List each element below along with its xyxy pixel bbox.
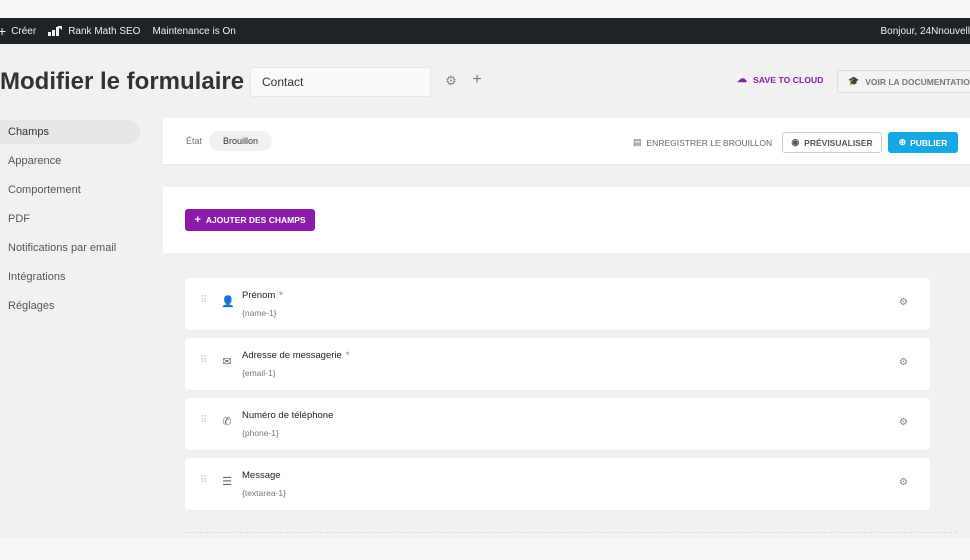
drag-handle-icon[interactable]: ⠿ <box>200 416 208 426</box>
field-row-message[interactable]: ⠿ ☰ Message {textarea-1} ⚙ <box>185 458 930 510</box>
envelope-icon: ✉ <box>222 356 232 368</box>
documentation-button[interactable]: 🎓 VOIR LA DOCUMENTATION <box>837 70 970 93</box>
sidebar: Champs Apparence Comportement PDF Notifi… <box>0 120 163 323</box>
form-name-field[interactable]: Contact <box>250 67 431 97</box>
field-label: Message <box>242 470 281 481</box>
admin-bar-create-label: Créer <box>11 25 37 37</box>
admin-bar-create[interactable]: + Créer <box>0 24 42 38</box>
globe-icon: ⊕ <box>898 137 907 147</box>
field-key: {textarea-1} <box>242 488 286 498</box>
field-label: Adresse de messagerie * <box>242 350 350 361</box>
add-form-plus-icon[interactable]: + <box>470 72 484 88</box>
field-key: {phone-1} <box>242 428 279 438</box>
field-row-name[interactable]: ⠿ 👤 Prénom * {name-1} ⚙ <box>185 278 930 330</box>
user-icon: 👤 <box>221 296 235 308</box>
field-label: Prénom * <box>242 290 283 301</box>
top-strip <box>0 0 970 18</box>
field-settings-gear-icon[interactable]: ⚙ <box>899 357 908 368</box>
sidebar-item-comportement[interactable]: Comportement <box>0 178 140 202</box>
drag-handle-icon[interactable]: ⠿ <box>200 356 208 366</box>
add-fields-button[interactable]: + AJOUTER DES CHAMPS <box>185 209 315 231</box>
field-key: {email-1} <box>242 368 276 378</box>
add-fields-area: + AJOUTER DES CHAMPS <box>163 187 970 253</box>
sidebar-item-pdf[interactable]: PDF <box>0 207 140 231</box>
sidebar-item-apparence[interactable]: Apparence <box>0 149 140 173</box>
publish-button[interactable]: ⊕ PUBLIER <box>888 132 958 153</box>
admin-bar-rank-math[interactable]: Rank Math SEO <box>48 26 146 37</box>
sidebar-item-champs[interactable]: Champs <box>0 120 140 144</box>
sidebar-item-reglages[interactable]: Réglages <box>0 294 140 318</box>
admin-bar-rank-math-label: Rank Math SEO <box>68 25 141 37</box>
cloud-upload-icon: ☁ <box>737 74 748 85</box>
page-title: Modifier le formulaire <box>0 68 245 95</box>
form-settings-gear-icon[interactable]: ⚙ <box>444 74 458 88</box>
eye-icon: ◉ <box>791 137 800 147</box>
required-marker: * <box>345 350 350 361</box>
field-list: ⠿ 👤 Prénom * {name-1} ⚙ ⠿ ✉ Adresse de me… <box>185 278 930 518</box>
admin-bar-greeting[interactable]: Bonjour, 24Nnouvell <box>880 18 970 44</box>
admin-bar-maintenance[interactable]: Maintenance is On <box>152 26 241 37</box>
form-editor-page: Modifier le formulaire Contact ⚙ + ☁ SAV… <box>0 44 970 538</box>
graduation-cap-icon: 🎓 <box>848 76 860 86</box>
save-disk-icon: ▤ <box>633 137 642 147</box>
bottom-strip <box>0 538 970 560</box>
status-label: État <box>186 136 203 146</box>
sidebar-item-notifications[interactable]: Notifications par email <box>0 236 140 260</box>
plus-icon: + <box>0 23 7 39</box>
documentation-label: VOIR LA DOCUMENTATION <box>865 76 970 87</box>
plus-icon: + <box>194 214 201 226</box>
field-settings-gear-icon[interactable]: ⚙ <box>899 477 908 488</box>
save-draft-button[interactable]: ▤ ENREGISTRER LE BROUILLON <box>633 137 772 148</box>
publish-label: PUBLIER <box>910 137 948 148</box>
admin-bar-greeting-label: Bonjour, 24Nnouvell <box>880 25 970 37</box>
field-row-phone[interactable]: ⠿ ✆ Numéro de téléphone {phone-1} ⚙ <box>185 398 930 450</box>
admin-bar: + Créer Rank Math SEO Maintenance is On … <box>0 18 970 44</box>
preview-button[interactable]: ◉ PRÉVISUALISER <box>782 132 882 153</box>
sidebar-item-integrations[interactable]: Intégrations <box>0 265 140 289</box>
save-to-cloud-label: SAVE TO CLOUD <box>753 74 824 85</box>
required-marker: * <box>279 290 283 301</box>
phone-icon: ✆ <box>222 416 232 428</box>
field-label: Numéro de téléphone <box>242 410 334 421</box>
drag-handle-icon[interactable]: ⠿ <box>200 296 208 306</box>
add-fields-label: AJOUTER DES CHAMPS <box>205 215 306 225</box>
field-settings-gear-icon[interactable]: ⚙ <box>899 297 908 308</box>
preview-label: PRÉVISUALISER <box>804 137 873 148</box>
status-bar: État Brouillon ▤ ENREGISTRER LE BROUILLO… <box>163 118 970 165</box>
rank-math-icon <box>48 26 63 36</box>
field-row-email[interactable]: ⠿ ✉ Adresse de messagerie * {email-1} ⚙ <box>185 338 930 390</box>
admin-bar-maintenance-label: Maintenance is On <box>152 25 236 37</box>
save-draft-label: ENREGISTRER LE BROUILLON <box>646 137 773 148</box>
save-to-cloud-button[interactable]: ☁ SAVE TO CLOUD <box>737 74 824 85</box>
textarea-icon: ☰ <box>222 476 232 488</box>
drag-handle-icon[interactable]: ⠿ <box>200 476 208 486</box>
drop-zone-divider <box>185 532 957 533</box>
status-badge: Brouillon <box>209 131 273 151</box>
field-key: {name-1} <box>242 308 277 318</box>
field-settings-gear-icon[interactable]: ⚙ <box>899 417 908 428</box>
